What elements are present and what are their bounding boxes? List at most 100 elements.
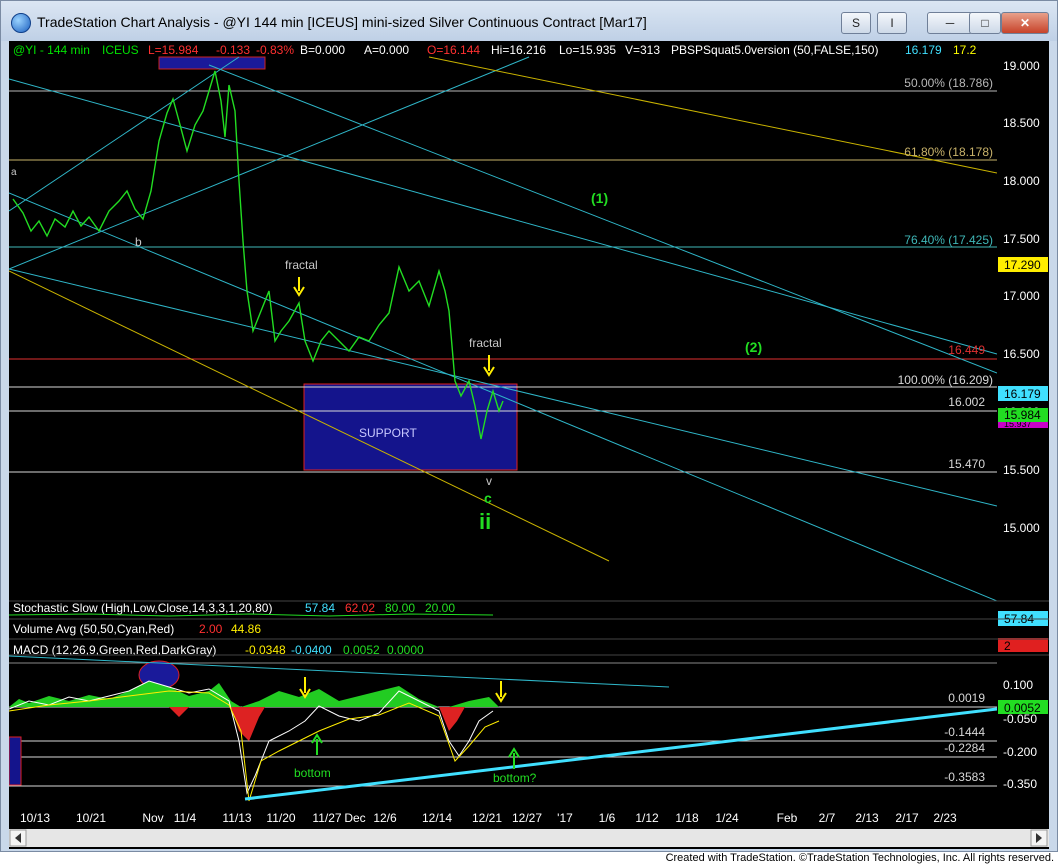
horizontal-scrollbar[interactable] [9,829,1049,847]
level-15470-label: 15.470 [948,457,985,471]
chart-window: TradeStation Chart Analysis - @YI 144 mi… [0,0,1058,852]
time-axis-label: Feb [777,811,798,825]
status-indicator-value1: 16.179 [905,43,942,57]
status-low: Lo=15.935 [559,43,616,57]
volume-value1: 2.00 [199,622,223,636]
price-tag-15984-text: 15.984 [1004,408,1041,422]
stochastic-value1: 57.84 [305,601,335,615]
time-axis-label: 2/7 [819,811,836,825]
symbol-link-button[interactable]: S [841,12,871,34]
fib-764-label: 76.40% (17.425) [904,233,993,247]
price-axis-label: 17.500 [1003,232,1040,246]
macd-level-label: -0.1444 [944,725,985,739]
time-axis-label: 10/13 [20,811,50,825]
wave-2-label: (2) [745,339,762,355]
macd-level-label: -0.2284 [944,741,985,755]
rising-line-2[interactable] [9,56,240,212]
status-indicator-value2: 17.2 [953,43,977,57]
time-axis-label: 1/6 [599,811,616,825]
stochastic-value4: 20.00 [425,601,455,615]
minimize-button[interactable]: ─ [927,12,973,34]
price-axis-label: 19.000 [1003,59,1040,73]
status-high: Hi=16.216 [491,43,546,57]
footer-credit: Created with TradeStation. ©TradeStation… [665,852,1054,864]
wave-1-label: (1) [591,190,608,206]
yellow-trendline-lower[interactable] [9,270,610,562]
status-pct: -0.83% [256,43,294,57]
price-tag-17290-text: 17.290 [1004,258,1041,272]
macd-level-label: -0.3583 [944,770,985,784]
macd-histogram-positive [9,681,499,707]
price-axis-label: 18.500 [1003,116,1040,130]
status-open: O=16.144 [427,43,480,57]
wave-c-label: c [484,490,492,506]
channel-line-lower[interactable] [9,192,997,601]
top-resistance-box[interactable] [158,56,266,70]
tradestation-app-icon [11,13,31,33]
stochastic-line[interactable] [9,613,494,617]
fractal-arrow-2-icon [483,355,495,377]
status-bid: B=0.000 [300,43,345,57]
macd-axis-label: -0.350 [1003,777,1037,791]
macd-axis-label: 0.100 [1003,678,1033,692]
bottom-label-2: bottom? [493,771,537,785]
status-indicator: PBSPSquat5.0version (50,FALSE,150) [671,43,878,57]
macd-axis-label: -0.200 [1003,745,1037,759]
macd-level-label: 0.0019 [948,691,985,705]
time-axis-label: 12/6 [373,811,397,825]
wave-v-label: v [486,474,492,488]
price-axis-label: 17.000 [1003,289,1040,303]
macd-tag-text: 0.0052 [1004,701,1041,715]
time-axis-label: 1/18 [675,811,699,825]
macd-box-left[interactable] [9,736,22,786]
indicator-link-button[interactable]: I [877,12,907,34]
time-axis-label: 11/4 [174,811,197,825]
support-label: SUPPORT [359,426,417,440]
maximize-button[interactable]: □ [969,12,1001,34]
status-last: L=15.984 [148,43,199,57]
channel-line-top[interactable] [208,64,997,374]
status-ask: A=0.000 [364,43,409,57]
volume-label: Volume Avg (50,50,Cyan,Red) [13,622,174,636]
time-axis-label: 12/27 [512,811,542,825]
status-symbol: @YI - 144 min [13,43,90,57]
status-change: -0.133 [216,43,250,57]
time-axis-label: 2/17 [895,811,919,825]
price-axis-label: 16.500 [1003,347,1040,361]
channel-line-upper[interactable] [9,78,997,355]
chart-area[interactable]: @YI - 144 min ICEUS L=15.984 -0.133 -0.8… [9,41,1049,849]
macd-arrow-down-2-icon [495,681,507,703]
stochastic-value3: 80.00 [385,601,415,615]
fractal-arrow-1-icon [293,277,305,297]
time-axis-label: 2/23 [933,811,957,825]
wave-ii-label: ii [479,509,491,534]
red-level-label: 16.449 [948,343,985,357]
status-volume: V=313 [625,43,660,57]
window-title: TradeStation Chart Analysis - @YI 144 mi… [37,14,647,30]
macd-trendline-upper[interactable] [9,655,670,688]
price-tag-16179-text: 16.179 [1004,387,1041,401]
wave-b-label: b [135,235,142,249]
volume-value2: 44.86 [231,622,261,636]
time-axis-label: 12/21 [472,811,502,825]
time-axis-label: 1/12 [635,811,659,825]
fractal-label-2: fractal [469,336,502,350]
fib-50-label: 50.00% (18.786) [904,76,993,90]
fractal-label-1: fractal [285,258,318,272]
wave-a-label: a [11,167,17,178]
time-axis-label: 12/14 [422,811,452,825]
stochastic-value2: 62.02 [345,601,375,615]
title-bar[interactable]: TradeStation Chart Analysis - @YI 144 mi… [1,1,1057,41]
time-axis-label: 11/20 [266,811,295,825]
time-axis-label: Nov [142,811,163,825]
time-axis-label: 11/13 [222,811,251,825]
level-16002-label: 16.002 [948,395,985,409]
price-axis-label: 15.000 [1003,521,1040,535]
price-axis-label: 18.000 [1003,174,1040,188]
time-axis-label: 10/21 [76,811,106,825]
volume-tag-text: 2 [1004,639,1011,653]
price-axis-label: 15.500 [1003,463,1040,477]
macd-arrow-up-1-icon [311,733,323,755]
close-button[interactable]: ✕ [1001,12,1049,34]
time-axis-label: Dec [344,811,365,825]
